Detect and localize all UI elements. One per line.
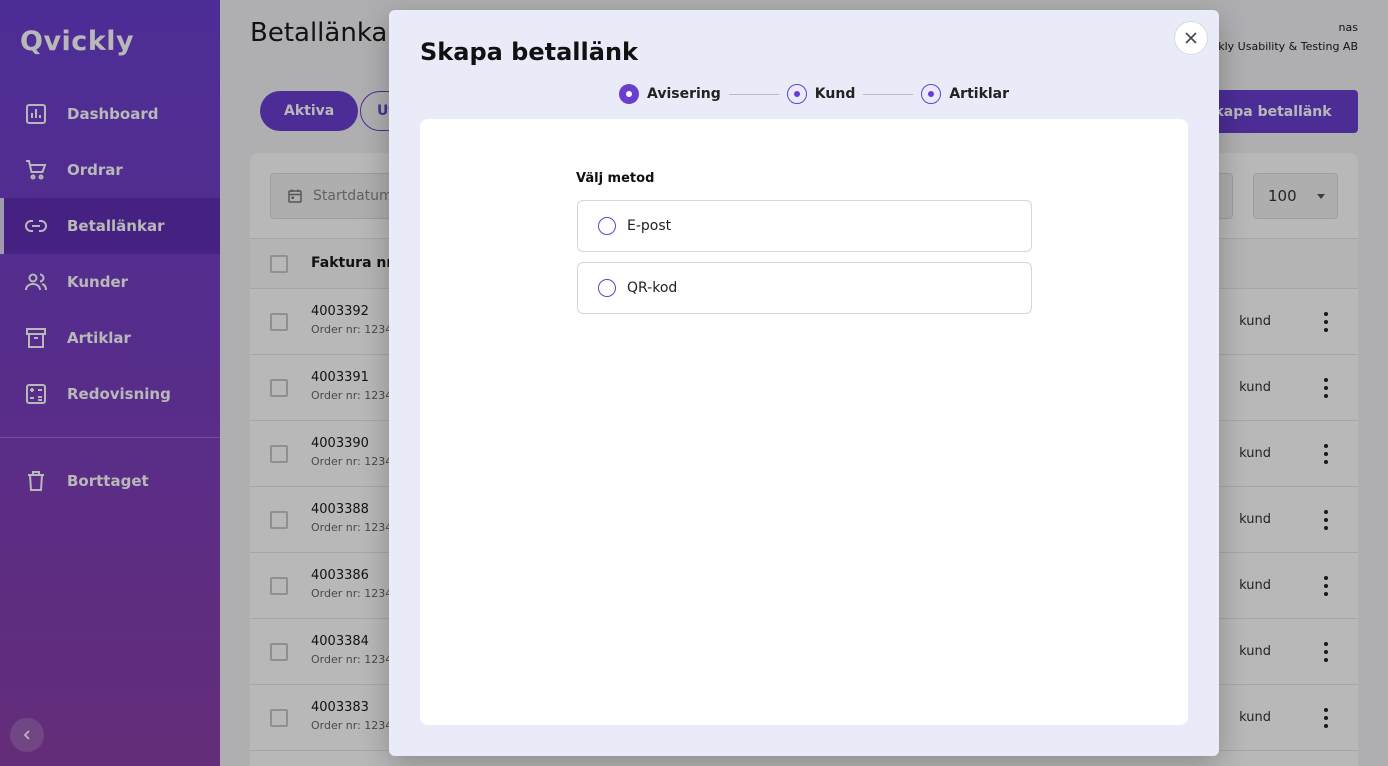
option-qr-code[interactable]: QR-kod [577,262,1032,314]
step-connector [728,93,779,95]
step-indicator [786,84,807,104]
method-label: Välj metod [576,171,655,186]
step-kund[interactable]: Kund [786,84,856,104]
modal-title: Skapa betallänk [420,38,638,66]
stepper: Avisering Kund Artiklar [619,83,1009,105]
step-label: Kund [814,86,856,102]
step-indicator [921,84,942,104]
create-payment-link-modal: Skapa betallänk Avisering Kund Artiklar … [389,10,1219,756]
modal-body: Välj metod E-post QR-kod [420,119,1188,725]
option-email[interactable]: E-post [577,200,1032,252]
step-artiklar[interactable]: Artiklar [921,84,1009,104]
close-button[interactable] [1174,21,1208,55]
option-label: QR-kod [627,280,678,296]
step-label: Avisering [647,86,721,102]
option-label: E-post [627,218,672,234]
step-label: Artiklar [949,86,1010,102]
close-icon [1185,32,1197,44]
step-avisering[interactable]: Avisering [619,84,721,104]
step-connector [863,93,914,95]
radio-button[interactable] [598,217,616,235]
step-active-indicator [619,84,639,104]
radio-button[interactable] [598,279,616,297]
